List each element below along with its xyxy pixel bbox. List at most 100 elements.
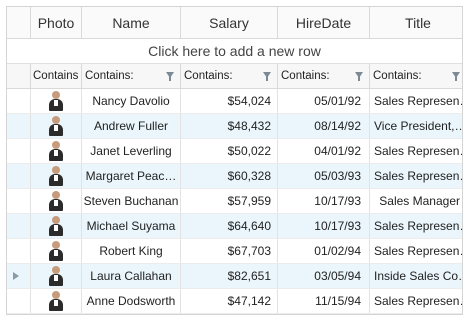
salary-cell[interactable]: $47,142: [181, 289, 278, 313]
funnel-icon[interactable]: [355, 72, 363, 81]
name-cell[interactable]: Steven Buchanan: [82, 189, 181, 213]
name-cell[interactable]: Laura Callahan: [82, 264, 181, 288]
title-cell[interactable]: Inside Sales Co…: [370, 264, 462, 288]
salary-cell[interactable]: $64,640: [181, 214, 278, 238]
employee-photo: [48, 216, 64, 236]
column-header-label: Salary: [209, 14, 249, 31]
hiredate-cell[interactable]: 01/02/94: [278, 239, 370, 263]
filter-hiredate[interactable]: Contains:: [278, 64, 370, 88]
row-indicator: [7, 239, 31, 263]
filter-row: Contains Contains: Contains: Contains: C…: [7, 64, 462, 89]
column-header-photo[interactable]: Photo: [31, 7, 82, 38]
filter-label: Contains: [33, 70, 79, 82]
row-indicator: [7, 189, 31, 213]
salary-cell[interactable]: $57,959: [181, 189, 278, 213]
row-indicator: [7, 214, 31, 238]
hiredate-cell[interactable]: 10/17/93: [278, 214, 370, 238]
hiredate-cell[interactable]: 11/15/94: [278, 289, 370, 313]
salary-cell[interactable]: $82,651: [181, 264, 278, 288]
filter-name[interactable]: Contains:: [82, 64, 181, 88]
add-new-row[interactable]: Click here to add a new row: [7, 39, 462, 64]
row-indicator: [7, 289, 31, 313]
funnel-icon[interactable]: [166, 72, 174, 81]
title-cell[interactable]: Sales Represen…: [370, 289, 462, 313]
photo-cell: [31, 164, 82, 188]
name-cell[interactable]: Margaret Peac…: [82, 164, 181, 188]
salary-cell[interactable]: $48,432: [181, 114, 278, 138]
title-cell[interactable]: Sales Represen…: [370, 239, 462, 263]
hiredate-cell[interactable]: 05/03/93: [278, 164, 370, 188]
photo-cell: [31, 189, 82, 213]
hiredate-cell[interactable]: 03/05/94: [278, 264, 370, 288]
employee-photo: [48, 166, 64, 186]
filter-indicator-cell: [7, 64, 31, 88]
title-cell[interactable]: Sales Represen…: [370, 89, 462, 113]
filter-label: Contains:: [373, 70, 422, 82]
employee-photo: [48, 116, 64, 136]
table-row[interactable]: Nancy Davolio $54,024 05/01/92 Sales Rep…: [7, 89, 462, 114]
employee-photo: [48, 241, 64, 261]
hiredate-cell[interactable]: 04/01/92: [278, 139, 370, 163]
column-header-salary[interactable]: Salary: [181, 7, 278, 38]
column-header-label: HireDate: [295, 14, 352, 31]
title-cell[interactable]: Vice President,…: [370, 114, 462, 138]
name-cell[interactable]: Michael Suyama: [82, 214, 181, 238]
name-cell[interactable]: Andrew Fuller: [82, 114, 181, 138]
table-row[interactable]: Michael Suyama $64,640 10/17/93 Sales Re…: [7, 214, 462, 239]
funnel-icon[interactable]: [452, 72, 460, 81]
photo-cell: [31, 139, 82, 163]
name-cell[interactable]: Janet Leverling: [82, 139, 181, 163]
funnel-icon[interactable]: [263, 72, 271, 81]
photo-cell: [31, 264, 82, 288]
filter-title[interactable]: Contains:: [370, 64, 462, 88]
filter-photo[interactable]: Contains: [31, 64, 82, 88]
title-cell[interactable]: Sales Manager: [370, 189, 462, 213]
row-indicator: [7, 139, 31, 163]
name-cell[interactable]: Robert King: [82, 239, 181, 263]
title-cell[interactable]: Sales Represen…: [370, 214, 462, 238]
table-row[interactable]: Steven Buchanan $57,959 10/17/93 Sales M…: [7, 189, 462, 214]
table-row[interactable]: Anne Dodsworth $47,142 11/15/94 Sales Re…: [7, 289, 462, 314]
employee-photo: [48, 91, 64, 111]
name-cell[interactable]: Nancy Davolio: [82, 89, 181, 113]
column-header-label: Name: [112, 14, 150, 31]
employee-photo: [48, 266, 64, 286]
employee-photo: [48, 191, 64, 211]
title-cell[interactable]: Sales Represen…: [370, 164, 462, 188]
row-indicator: [7, 89, 31, 113]
salary-cell[interactable]: $50,022: [181, 139, 278, 163]
table-row-current[interactable]: Laura Callahan $82,651 03/05/94 Inside S…: [7, 264, 462, 289]
filter-label: Contains:: [85, 70, 134, 82]
filter-salary[interactable]: Contains:: [181, 64, 278, 88]
table-row[interactable]: Andrew Fuller $48,432 08/14/92 Vice Pres…: [7, 114, 462, 139]
column-header-label: Photo: [37, 14, 75, 31]
add-new-row-label: Click here to add a new row: [148, 43, 321, 59]
salary-cell[interactable]: $67,703: [181, 239, 278, 263]
salary-cell[interactable]: $60,328: [181, 164, 278, 188]
column-header-hiredate[interactable]: HireDate: [278, 7, 370, 38]
name-cell[interactable]: Anne Dodsworth: [82, 289, 181, 313]
hiredate-cell[interactable]: 05/01/92: [278, 89, 370, 113]
photo-cell: [31, 89, 82, 113]
title-cell[interactable]: Sales Represen…: [370, 139, 462, 163]
salary-cell[interactable]: $54,024: [181, 89, 278, 113]
table-row[interactable]: Robert King $67,703 01/02/94 Sales Repre…: [7, 239, 462, 264]
row-indicator: [7, 264, 31, 288]
photo-cell: [31, 114, 82, 138]
filter-label: Contains:: [281, 70, 330, 82]
table-row[interactable]: Margaret Peac… $60,328 05/03/93 Sales Re…: [7, 164, 462, 189]
employee-grid: Photo Name Salary HireDate Title Click h…: [6, 6, 463, 315]
table-row[interactable]: Janet Leverling $50,022 04/01/92 Sales R…: [7, 139, 462, 164]
hiredate-cell[interactable]: 10/17/93: [278, 189, 370, 213]
column-header-name[interactable]: Name: [82, 7, 181, 38]
row-indicator: [7, 164, 31, 188]
column-header-label: Title: [405, 14, 431, 31]
row-indicator: [7, 114, 31, 138]
photo-cell: [31, 239, 82, 263]
indicator-header: [7, 7, 31, 38]
column-header-row: Photo Name Salary HireDate Title: [7, 7, 462, 39]
column-header-title[interactable]: Title: [370, 7, 462, 38]
employee-photo: [48, 141, 64, 161]
row-indicator-arrow-icon: [13, 272, 19, 280]
hiredate-cell[interactable]: 08/14/92: [278, 114, 370, 138]
